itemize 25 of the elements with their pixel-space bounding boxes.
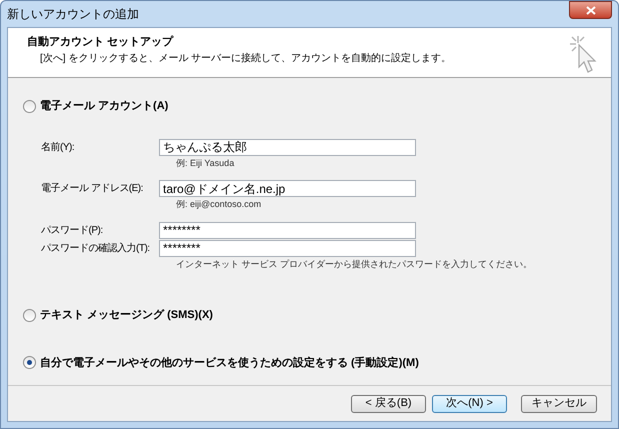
close-icon [586,6,596,14]
radio-button[interactable] [23,308,36,322]
field-hint: 例: Eiji Yasuda [175,156,236,170]
field-hint: インターネット サービス プロバイダーから提供されたパスワードを入力してください。 [175,258,534,270]
header-description: [次へ] をクリックすると、メール サーバーに接続して、アカウントを自動的に設定します。 [39,52,452,66]
radio-button[interactable] [23,100,36,113]
dialog-button[interactable]: キャンセル [521,394,597,412]
field-label: 名前(Y): [41,140,76,154]
text-field[interactable]: taro@ドメイン名.ne.jp [159,180,416,197]
dialog-button[interactable]: < 戻る(B) [351,394,426,412]
field-label: パスワード(P): [41,224,104,238]
window-title: 新しいアカウントの追加 [7,6,139,23]
dialog-button[interactable]: 次へ(N) > [432,394,507,412]
text-field[interactable]: ******** [159,222,416,238]
header-title: 自動アカウント セットアップ [27,34,174,50]
field-label: 電子メール アドレス(E): [41,182,144,196]
radio-button[interactable] [23,356,36,370]
close-button[interactable] [569,1,612,19]
text-field[interactable]: ちゃんぷる太郎 [159,138,416,156]
field-hint: 例: eiji@contoso.com [175,198,262,211]
radio-label[interactable]: 自分で電子メールやその他のサービスを使うための設定をする (手動設定)(M) [40,354,419,371]
radio-label[interactable]: 電子メール アカウント(A) [40,98,168,114]
field-label: パスワードの確認入力(T): [41,242,151,256]
text-field[interactable]: ******** [159,240,416,256]
radio-label[interactable]: テキスト メッセージング (SMS)(X) [40,307,213,324]
